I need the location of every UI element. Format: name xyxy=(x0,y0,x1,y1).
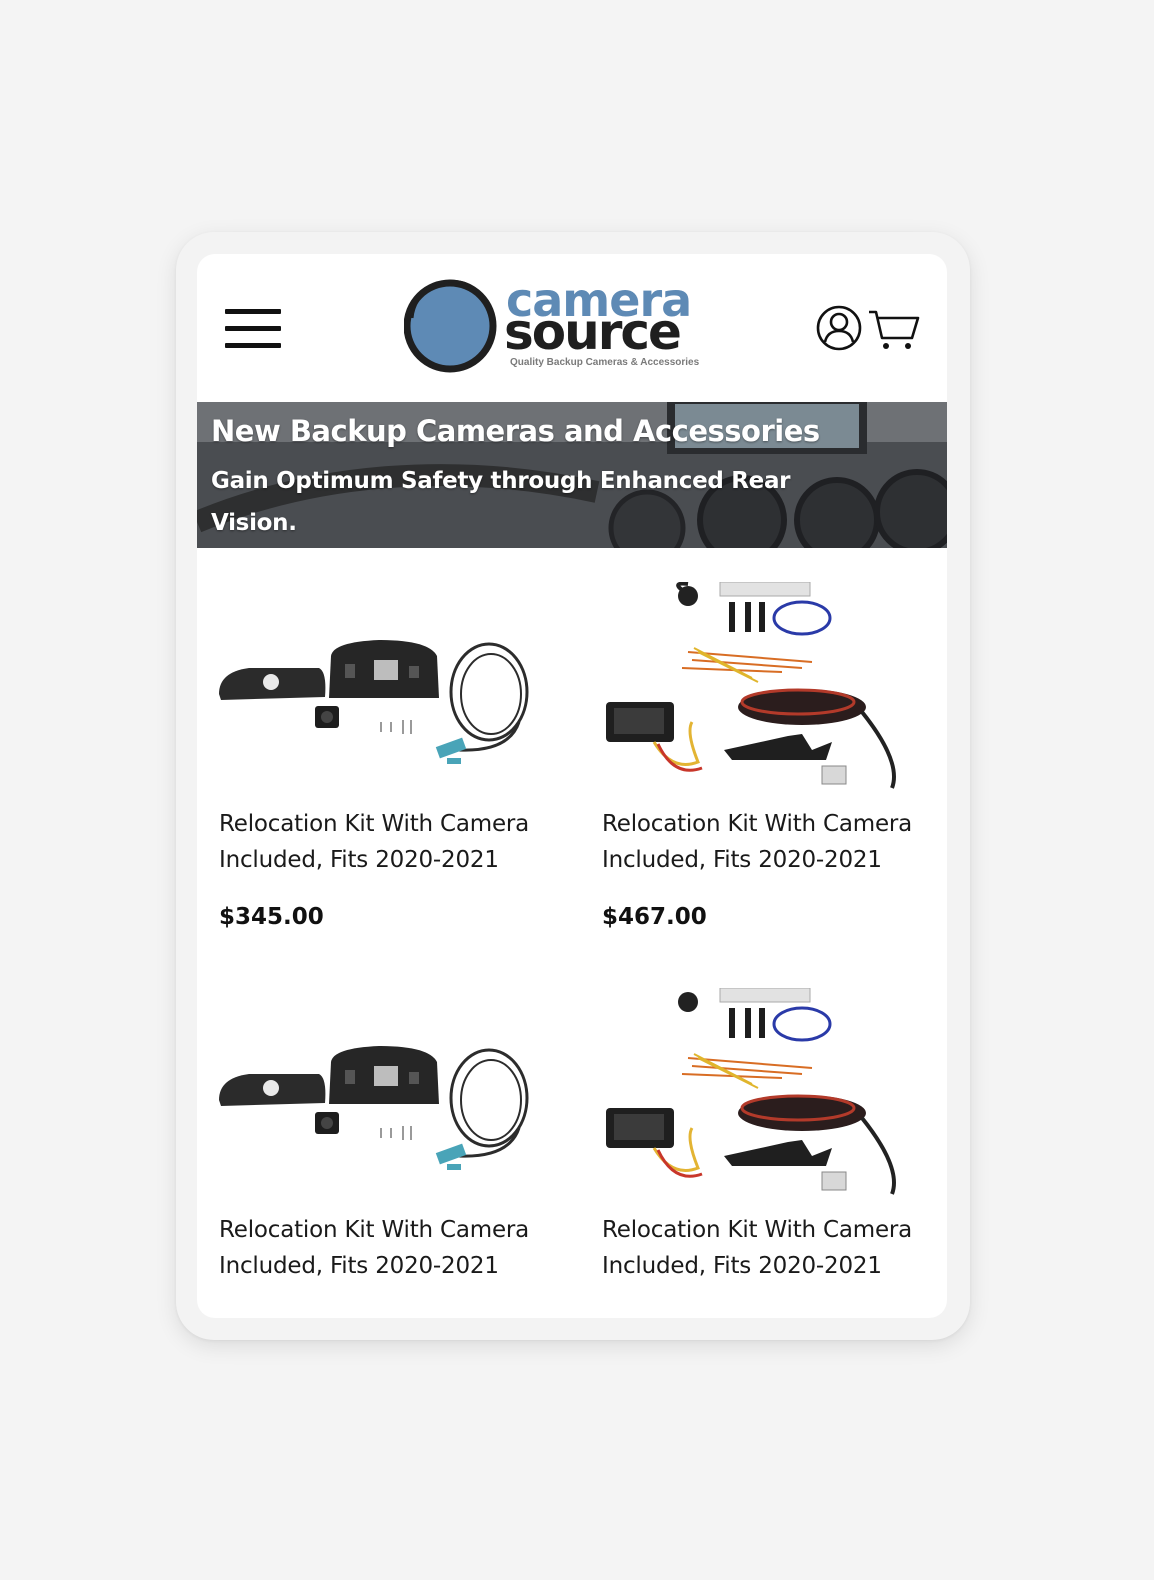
hamburger-menu-icon[interactable] xyxy=(225,309,281,348)
logo-lens-icon xyxy=(404,279,497,373)
camera-wiring-kit-image[interactable] xyxy=(602,582,942,797)
product-card[interactable]: Relocation Kit With Camera Included, Fit… xyxy=(219,988,559,1298)
product-price: $345.00 xyxy=(219,904,324,930)
relocation-kit-housing-image[interactable] xyxy=(219,988,559,1203)
product-card[interactable]: Relocation Kit With Camera Included, Fit… xyxy=(602,582,942,942)
banner-subtitle: Gain Optimum Safety through Enhanced Rea… xyxy=(211,468,791,536)
header-actions xyxy=(815,304,925,354)
hero-banner[interactable]: New Backup Cameras and Accessories Gain … xyxy=(197,402,947,548)
product-card[interactable]: Relocation Kit With Camera Included, Fit… xyxy=(602,988,942,1298)
product-price: $467.00 xyxy=(602,904,707,930)
product-name[interactable]: Relocation Kit With Camera Included, Fit… xyxy=(602,1212,947,1284)
relocation-kit-housing-image[interactable] xyxy=(219,582,559,797)
product-name[interactable]: Relocation Kit With Camera Included, Fit… xyxy=(219,806,564,878)
product-name[interactable]: Relocation Kit With Camera Included, Fit… xyxy=(219,1212,564,1284)
product-card[interactable]: Relocation Kit With Camera Included, Fit… xyxy=(219,582,559,942)
logo-tagline: Quality Backup Cameras & Accessories xyxy=(510,357,700,368)
product-name[interactable]: Relocation Kit With Camera Included, Fit… xyxy=(602,806,947,878)
site-header: camera source Quality Backup Cameras & A… xyxy=(197,254,947,402)
screen: camera source Quality Backup Cameras & A… xyxy=(197,254,947,1318)
logo-word-source: source xyxy=(504,303,682,361)
site-logo[interactable]: camera source Quality Backup Cameras & A… xyxy=(404,273,704,373)
banner-title: New Backup Cameras and Accessories xyxy=(211,414,820,448)
cart-icon[interactable] xyxy=(867,308,921,352)
camera-wiring-kit-image[interactable] xyxy=(602,988,942,1203)
tablet-frame: camera source Quality Backup Cameras & A… xyxy=(176,232,970,1340)
user-icon[interactable] xyxy=(815,304,863,352)
